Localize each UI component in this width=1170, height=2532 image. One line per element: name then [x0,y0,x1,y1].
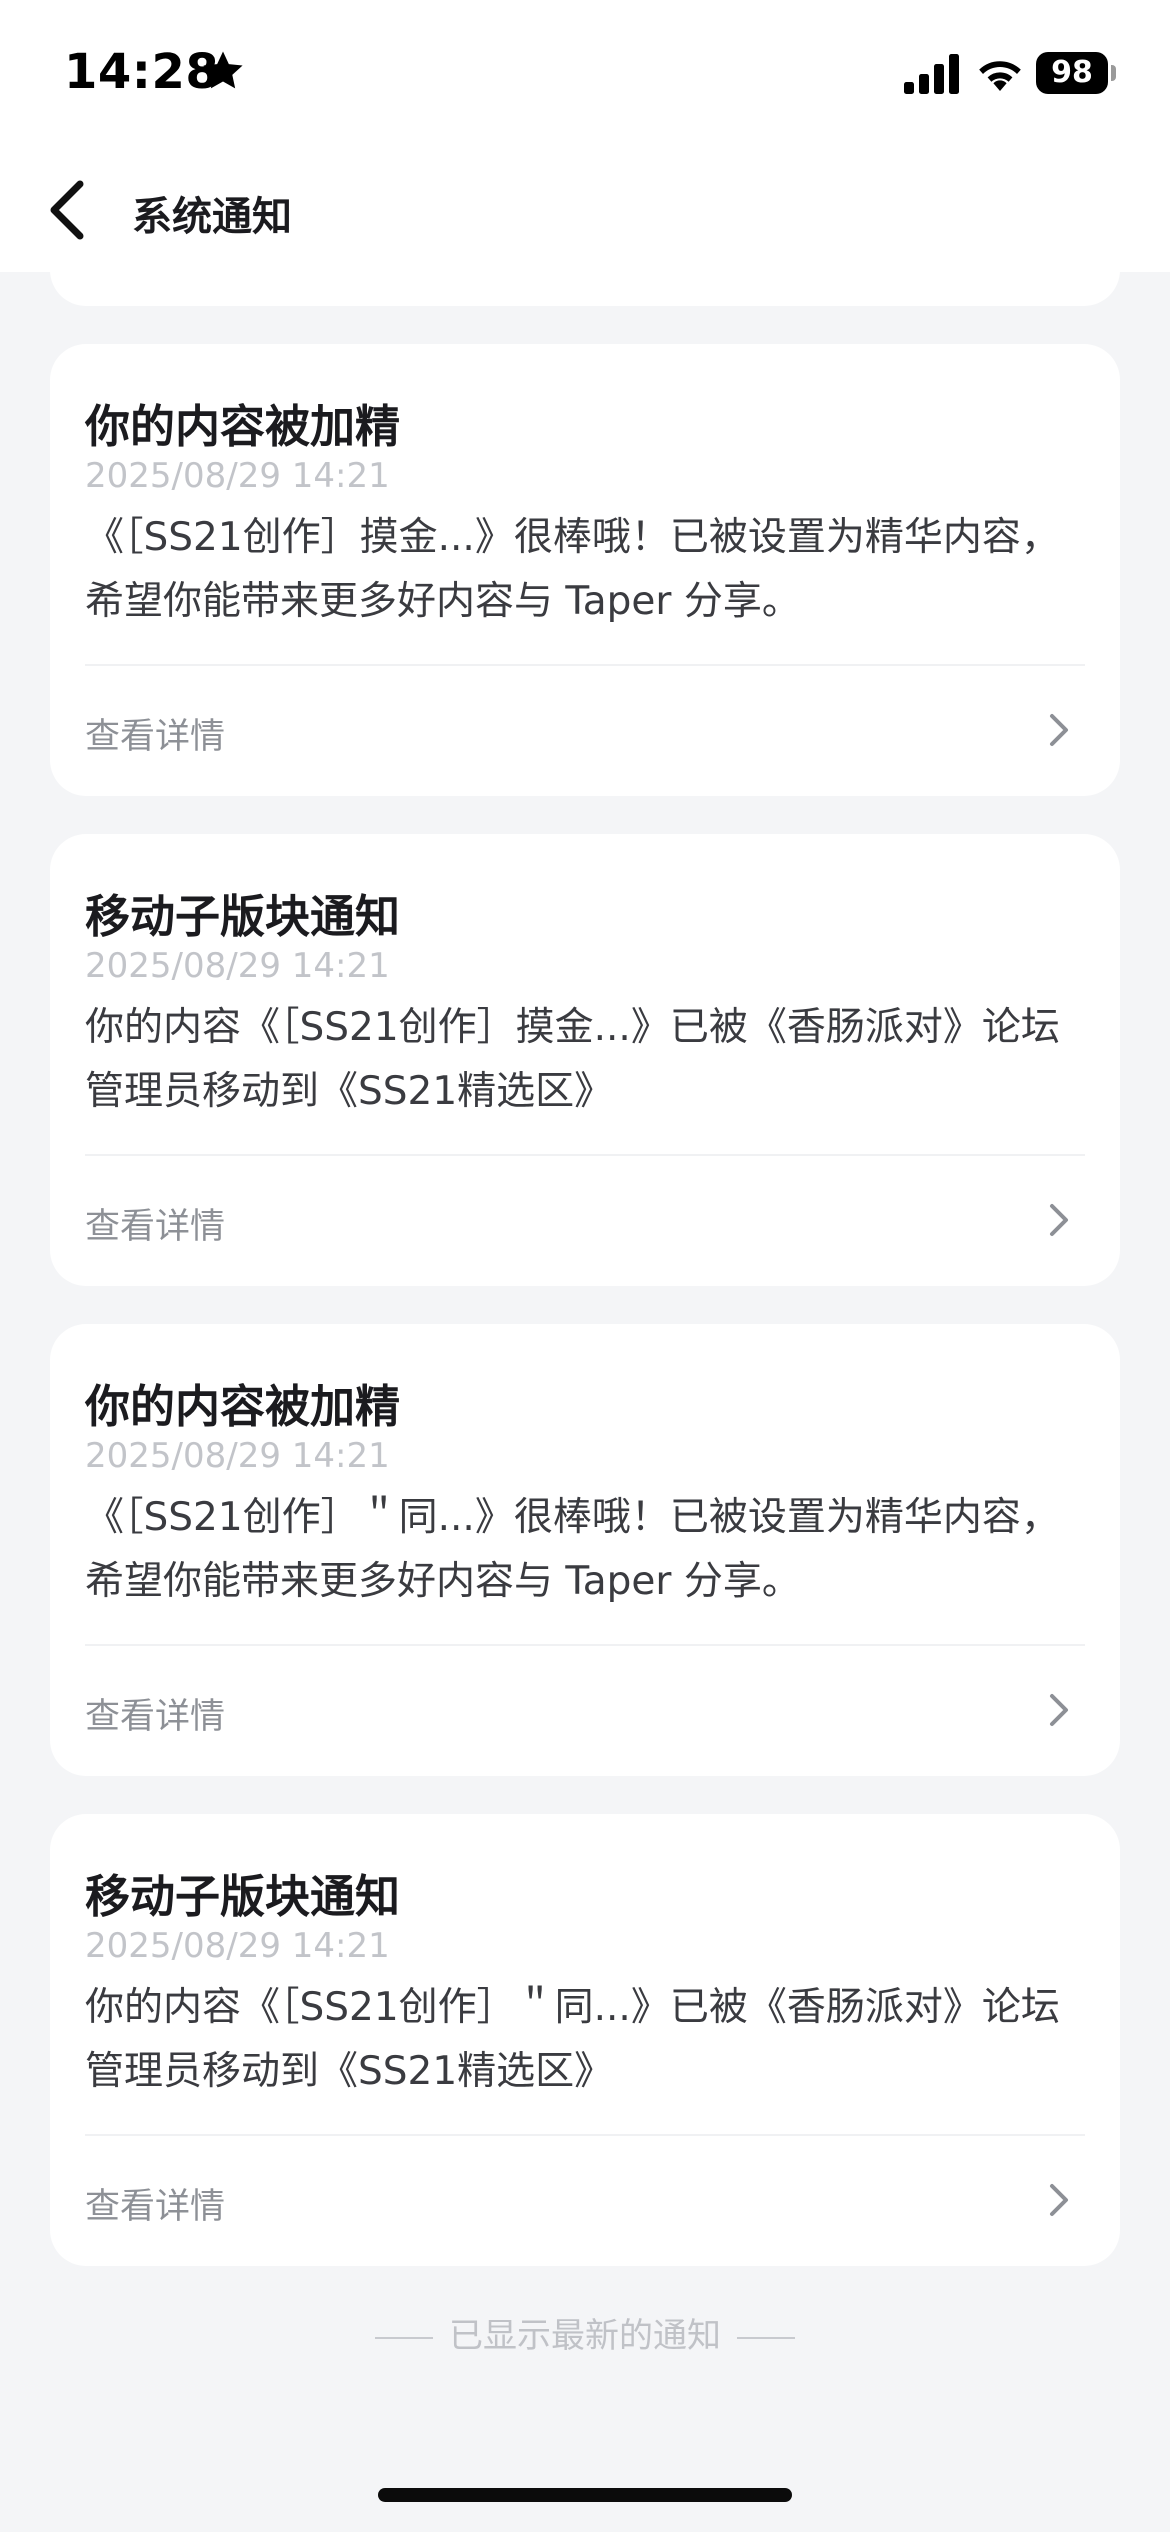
end-of-list-note: 已显示最新的通知 [0,2308,1170,2357]
view-details-label: 查看详情 [85,1697,226,1737]
view-details-button[interactable]: 查看详情 [50,668,1120,796]
notification-time: 2025/08/29 14:21 [85,1926,390,1966]
end-of-list-text: 已显示最新的通知 [449,2316,721,2356]
notification-title: 你的内容被加精 [85,1380,401,1433]
notification-time: 2025/08/29 14:21 [85,1436,390,1476]
card-divider [85,1154,1085,1156]
star-icon [203,51,243,89]
notification-body: 你的内容《［SS21创作］＂同...》已被《香肠派对》论坛管理员移动到《SS21… [85,1985,1060,2094]
notification-body: 你的内容《［SS21创作］摸金...》已被《香肠派对》论坛管理员移动到《SS21… [85,1005,1060,1114]
notification-title: 移动子版块通知 [85,1870,401,1923]
top-area: 14:28 98 系统通知 [0,0,1170,272]
divider-line [737,2336,795,2339]
view-details-label: 查看详情 [85,717,226,757]
back-button[interactable] [36,172,106,248]
chevron-right-icon [1050,714,1068,746]
notification-title: 移动子版块通知 [85,890,401,943]
notification-title: 你的内容被加精 [85,400,401,453]
chevron-right-icon [1050,2184,1068,2216]
battery-tip [1111,65,1116,81]
notification-card: 你的内容被加精 2025/08/29 14:21 《［SS21创作］摸金...》… [50,344,1120,796]
battery-indicator: 98 [1036,52,1116,94]
notification-time: 2025/08/29 14:21 [85,456,390,496]
notification-body: 《［SS21创作］＂同...》很棒哦！已被设置为精华内容，希望你能带来更多好内容… [85,1495,1060,1604]
view-details-button[interactable]: 查看详情 [50,1158,1120,1286]
card-divider [85,2134,1085,2136]
divider-line [375,2336,433,2339]
page-title: 系统通知 [132,194,292,240]
notification-list: 你的内容被加精 2025/08/29 14:21 《［SS21创作］摸金...》… [0,0,1170,2532]
chevron-left-icon [50,180,84,240]
status-time: 14:28 [64,44,220,100]
status-bar: 14:28 98 [0,0,1170,150]
card-divider [85,1644,1085,1646]
navigation-bar: 系统通知 [0,150,1170,272]
battery-level: 98 [1036,52,1108,94]
notification-card: 移动子版块通知 2025/08/29 14:21 你的内容《［SS21创作］摸金… [50,834,1120,1286]
home-indicator[interactable] [378,2488,792,2502]
wifi-icon [979,61,1021,91]
view-details-label: 查看详情 [85,2187,226,2227]
view-details-button[interactable]: 查看详情 [50,2138,1120,2266]
card-divider [85,664,1085,666]
notification-body: 《［SS21创作］摸金...》很棒哦！已被设置为精华内容，希望你能带来更多好内容… [85,515,1060,624]
notification-card: 移动子版块通知 2025/08/29 14:21 你的内容《［SS21创作］＂同… [50,1814,1120,2266]
chevron-right-icon [1050,1694,1068,1726]
notification-time: 2025/08/29 14:21 [85,946,390,986]
chevron-right-icon [1050,1204,1068,1236]
view-details-button[interactable]: 查看详情 [50,1648,1120,1776]
view-details-label: 查看详情 [85,1207,226,1247]
notification-card: 你的内容被加精 2025/08/29 14:21 《［SS21创作］＂同...》… [50,1324,1120,1776]
cellular-signal-icon [904,54,959,94]
